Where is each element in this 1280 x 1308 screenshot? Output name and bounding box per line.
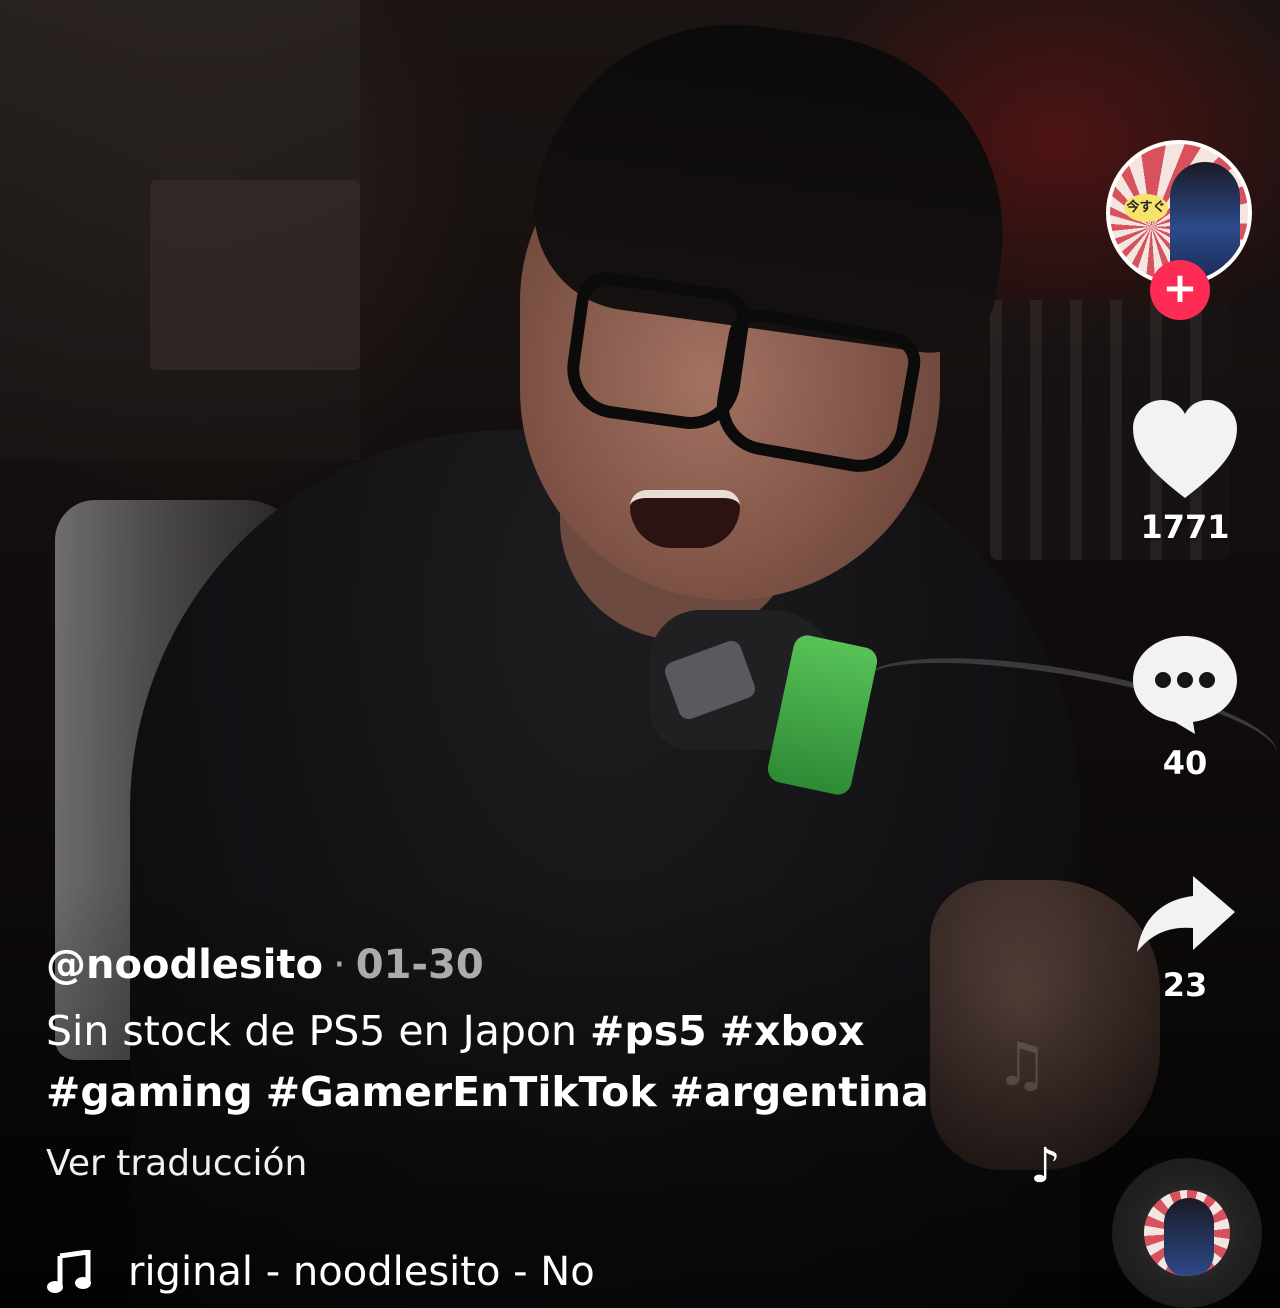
author-separator: · [333,942,346,988]
share-button[interactable]: 23 [1120,870,1250,1004]
floating-note-icon: ♪ [1030,1138,1061,1194]
music-note-icon [46,1250,98,1294]
hashtag[interactable]: #GamerEnTikTok [266,1068,657,1116]
follow-button[interactable]: + [1150,260,1210,320]
comment-bubble-icon [1133,636,1237,734]
share-count: 23 [1162,966,1208,1004]
heart-icon [1133,400,1237,498]
disc-cover-art [1144,1190,1230,1276]
author-handle[interactable]: @noodlesito [46,942,323,988]
floating-note-icon: ♫ [995,1030,1049,1100]
hashtag[interactable]: #ps5 [590,1007,707,1055]
hashtag[interactable]: #argentina [670,1068,929,1116]
music-info[interactable]: riginal - noodlesito - No [46,1240,646,1304]
share-arrow-icon [1137,876,1235,952]
background-board [150,180,360,370]
music-title: riginal - noodlesito - No [128,1249,595,1295]
disc-figure [1164,1198,1214,1276]
person-mouth [630,490,740,548]
comment-button[interactable]: 40 [1120,630,1250,782]
like-count: 1771 [1140,508,1230,546]
hashtag[interactable]: #gaming [46,1068,253,1116]
post-date: 01-30 [355,942,484,988]
hashtag[interactable]: #xbox [720,1007,865,1055]
see-translation-link[interactable]: Ver traducción [46,1139,1046,1189]
video-description: Sin stock de PS5 en Japon #ps5 #xbox #ga… [46,1001,966,1123]
caption-block: @noodlesito · 01-30 Sin stock de PS5 en Ja… [46,935,1046,1189]
description-text: Sin stock de PS5 en Japon [46,1007,591,1055]
like-button[interactable]: 1771 [1120,398,1250,546]
comment-count: 40 [1162,744,1208,782]
author-line: @noodlesito · 01-30 [46,935,1046,995]
avatar-speech-bubble: 今すぐ [1124,194,1168,222]
music-disc[interactable] [1112,1158,1262,1308]
